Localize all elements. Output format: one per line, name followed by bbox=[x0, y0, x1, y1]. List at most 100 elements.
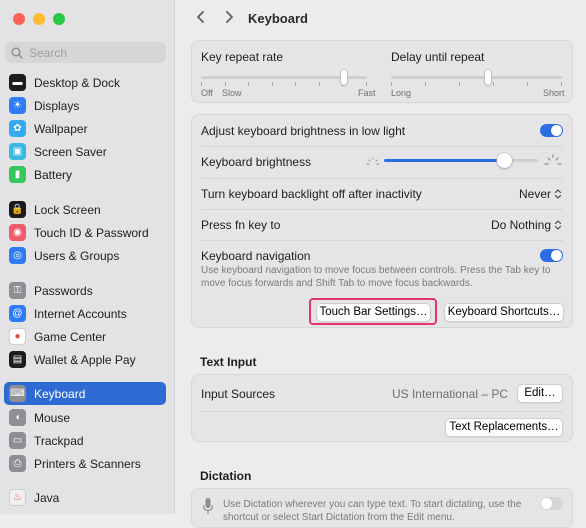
screen-saver-icon: ▣ bbox=[9, 143, 26, 160]
keyboard-brightness-label: Keyboard brightness bbox=[201, 155, 312, 169]
fn-key-popup[interactable]: Do Nothing bbox=[491, 218, 562, 232]
battery-icon: ▮ bbox=[9, 166, 26, 183]
wallet-icon: ▤ bbox=[9, 351, 26, 368]
slider-tick bbox=[527, 82, 528, 86]
key-repeat-slow-label: Slow bbox=[222, 88, 242, 98]
input-sources-edit-button[interactable]: Edit… bbox=[517, 384, 563, 403]
sidebar-item-keyboard[interactable]: ⌨ Keyboard bbox=[4, 382, 166, 405]
search-field[interactable] bbox=[5, 42, 166, 63]
sidebar-item-label: Users & Groups bbox=[34, 248, 120, 263]
keyboard-shortcuts-button[interactable]: Keyboard Shortcuts… bbox=[444, 303, 564, 322]
chevron-updown-icon bbox=[554, 220, 562, 230]
keyboard-brightness-knob[interactable] bbox=[497, 153, 512, 168]
adjust-brightness-label: Adjust keyboard brightness in low light bbox=[201, 124, 406, 138]
sidebar-item-label: Printers & Scanners bbox=[34, 456, 141, 471]
key-repeat-max-label: Fast bbox=[358, 88, 376, 98]
forward-button[interactable] bbox=[220, 10, 238, 28]
brightness-low-icon bbox=[366, 157, 380, 165]
sidebar-item-label: Wallet & Apple Pay bbox=[34, 352, 136, 367]
slider-tick bbox=[248, 82, 249, 86]
dictation-description: Use Dictation wherever you can type text… bbox=[223, 499, 522, 523]
chevron-updown-icon bbox=[554, 189, 562, 199]
sidebar-item-users-groups[interactable]: ◎ Users & Groups bbox=[4, 244, 166, 267]
brightness-high-icon bbox=[544, 154, 562, 165]
text-input-card: Input Sources US International – PC Edit… bbox=[191, 374, 573, 442]
printer-icon: ⎙ bbox=[9, 455, 26, 472]
fingerprint-icon: ◉ bbox=[9, 224, 26, 241]
backlight-off-popup[interactable]: Never bbox=[519, 187, 562, 201]
chevron-left-icon bbox=[197, 11, 204, 23]
sidebar-item-internet-accounts[interactable]: @ Internet Accounts bbox=[4, 302, 166, 325]
sidebar-item-java[interactable]: ♨ Java bbox=[4, 486, 166, 509]
keyboard-navigation-description: Use keyboard navigation to move focus be… bbox=[201, 265, 551, 289]
minimize-window-button[interactable] bbox=[33, 13, 45, 25]
sidebar-item-passwords[interactable]: ⚿ Passwords bbox=[4, 279, 166, 302]
slider-tick bbox=[366, 82, 367, 86]
sidebar-item-wallet-apple-pay[interactable]: ▤ Wallet & Apple Pay bbox=[4, 348, 166, 371]
sidebar-item-battery[interactable]: ▮ Battery bbox=[4, 163, 166, 186]
key-repeat-min-label: Off bbox=[201, 88, 213, 98]
touch-bar-settings-button[interactable]: Touch Bar Settings… bbox=[316, 303, 431, 322]
sidebar-item-printers-scanners[interactable]: ⎙ Printers & Scanners bbox=[4, 452, 166, 475]
sidebar-item-label: Battery bbox=[34, 167, 73, 182]
chevron-right-icon bbox=[226, 11, 233, 23]
repeat-card: Key repeat rate Delay until repeat Off S… bbox=[191, 40, 573, 103]
input-sources-value: US International – PC bbox=[391, 387, 508, 401]
slider-tick bbox=[459, 82, 460, 86]
keyboard-brightness-slider[interactable] bbox=[384, 153, 538, 169]
sidebar-item-lock-screen[interactable]: 🔒 Lock Screen bbox=[4, 198, 166, 221]
delay-min-label: Long bbox=[391, 88, 412, 98]
zoom-window-button[interactable] bbox=[53, 13, 65, 25]
sidebar-item-game-center[interactable]: ● Game Center bbox=[4, 325, 166, 348]
slider-tick bbox=[225, 82, 226, 86]
slider-tick bbox=[561, 82, 562, 86]
input-sources-label: Input Sources bbox=[201, 387, 276, 401]
sidebar-item-label: Keyboard bbox=[34, 386, 86, 401]
sidebar-item-screen-saver[interactable]: ▣ Screen Saver bbox=[4, 140, 166, 163]
text-replacements-button[interactable]: Text Replacements… bbox=[445, 418, 563, 437]
users-icon: ◎ bbox=[9, 247, 26, 264]
search-input[interactable] bbox=[29, 45, 159, 60]
sidebar-item-trackpad[interactable]: ▭ Trackpad bbox=[4, 429, 166, 452]
wallpaper-icon: ✿ bbox=[9, 120, 26, 137]
delay-repeat-label: Delay until repeat bbox=[391, 50, 485, 64]
sidebar-item-wallpaper[interactable]: ✿ Wallpaper bbox=[4, 117, 166, 140]
at-icon: @ bbox=[9, 305, 26, 322]
sidebar-item-label: Wallpaper bbox=[34, 121, 88, 136]
delay-repeat-knob[interactable] bbox=[485, 70, 491, 85]
keyboard-icon: ⌨ bbox=[9, 385, 26, 402]
keyboard-navigation-label: Keyboard navigation bbox=[201, 249, 311, 263]
sidebar-item-touch-id-password[interactable]: ◉ Touch ID & Password bbox=[4, 221, 166, 244]
dictation-toggle[interactable] bbox=[540, 497, 563, 510]
sidebar-item-label: Internet Accounts bbox=[34, 306, 127, 321]
slider-tick bbox=[319, 82, 320, 86]
close-window-button[interactable] bbox=[13, 13, 25, 25]
sidebar-item-label: Touch ID & Password bbox=[34, 225, 149, 240]
delay-repeat-slider[interactable] bbox=[391, 68, 562, 88]
sidebar-item-label: Lock Screen bbox=[34, 202, 101, 217]
mouse-icon: ◖ bbox=[9, 409, 26, 426]
slider-tick bbox=[425, 82, 426, 86]
sidebar-item-label: Passwords bbox=[34, 283, 93, 298]
sidebar-item-displays[interactable]: ☀ Displays bbox=[4, 94, 166, 117]
key-repeat-slider[interactable] bbox=[201, 68, 367, 88]
delay-max-label: Short bbox=[543, 88, 565, 98]
slider-tick bbox=[493, 82, 494, 86]
key-repeat-label: Key repeat rate bbox=[201, 50, 284, 64]
adjust-brightness-toggle[interactable] bbox=[540, 124, 563, 137]
back-button[interactable] bbox=[192, 10, 210, 28]
sidebar-item-label: Game Center bbox=[34, 329, 107, 344]
displays-icon: ☀ bbox=[9, 97, 26, 114]
key-repeat-knob[interactable] bbox=[341, 70, 347, 85]
sidebar-item-mouse[interactable]: ◖ Mouse bbox=[4, 406, 166, 429]
dictation-card: Use Dictation wherever you can type text… bbox=[191, 488, 573, 528]
lock-icon: 🔒 bbox=[9, 201, 26, 218]
java-icon: ♨ bbox=[9, 489, 26, 506]
dock-icon: ▬ bbox=[9, 74, 26, 91]
fn-key-value: Do Nothing bbox=[490, 218, 551, 232]
slider-tick bbox=[391, 82, 392, 86]
game-center-icon: ● bbox=[9, 328, 26, 345]
keyboard-navigation-toggle[interactable] bbox=[540, 249, 563, 262]
sidebar-item-desktop-dock[interactable]: ▬ Desktop & Dock bbox=[4, 71, 166, 94]
sidebar-item-label: Trackpad bbox=[34, 433, 84, 448]
